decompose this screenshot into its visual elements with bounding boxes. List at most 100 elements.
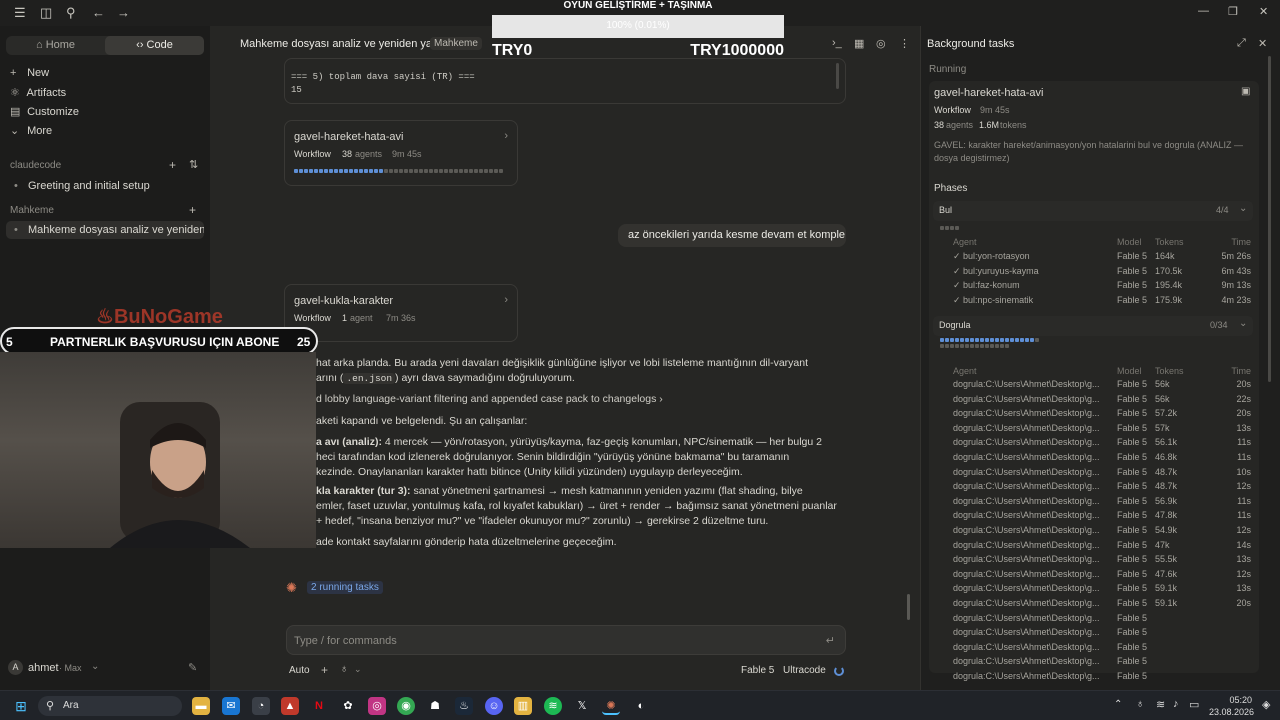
conversation-item-active[interactable]: Mahkeme dosyası analiz ve yeniden ya [6, 221, 204, 239]
agent-row[interactable]: dogrula:C:\Users\Ahmet\Desktop\g... Fable… [951, 627, 1251, 641]
minimize-icon[interactable]: — [1198, 5, 1209, 17]
forward-arrow-icon[interactable]: → [117, 5, 130, 20]
chrome-icon[interactable]: ◉ [397, 697, 415, 715]
search-icon[interactable]: ⚲ [66, 5, 76, 21]
agent-row[interactable]: dogrula:C:\Users\Ahmet\Desktop\g... Fable… [951, 554, 1251, 568]
clock-date[interactable]: 23.08.2026 [1206, 707, 1254, 717]
phase-header[interactable]: Dogrula 0/34 ⌄ [933, 316, 1253, 336]
app-icon[interactable]: ▲ [281, 697, 299, 715]
phase-header[interactable]: Bul 4/4 ⌄ [933, 201, 1253, 221]
discord-icon[interactable]: ☺ [485, 697, 503, 715]
gauge-icon[interactable]: ◔ [252, 697, 270, 715]
running-tasks-link[interactable]: 2 running tasks [307, 581, 383, 594]
close-icon[interactable]: ✕ [1258, 37, 1267, 50]
scrollbar[interactable] [836, 63, 839, 89]
agent-row[interactable]: dogrula:C:\Users\Ahmet\Desktop\g... Fable… [951, 613, 1251, 627]
agent-row[interactable]: dogrula:C:\Users\Ahmet\Desktop\g... Fable… [951, 423, 1251, 437]
agent-row[interactable]: dogrula:C:\Users\Ahmet\Desktop\g... Fable… [951, 583, 1251, 597]
agent-row[interactable]: dogrula:C:\Users\Ahmet\Desktop\g... Fable… [951, 656, 1251, 670]
obs-icon[interactable]: ◐ [632, 697, 650, 715]
chevron-down-icon[interactable]: ⌄ [91, 661, 99, 672]
avatar[interactable]: A [8, 660, 23, 675]
enter-icon[interactable]: ↵ [826, 634, 835, 647]
agent-row[interactable]: dogrula:C:\Users\Ahmet\Desktop\g... Fable… [951, 540, 1251, 554]
back-arrow-icon[interactable]: ← [92, 5, 105, 20]
scrollbar[interactable] [907, 594, 910, 620]
sidebar-item-artifacts[interactable]: ⚛ Artifacts [10, 86, 66, 99]
project-badge[interactable]: Mahkeme [430, 37, 482, 50]
agent-row[interactable]: ✓ bul:yon-rotasyon Fable 5 164k 5m 26s [951, 251, 1251, 265]
agent-row[interactable]: dogrula:C:\Users\Ahmet\Desktop\g... Fable… [951, 481, 1251, 495]
phase-progress-dots [940, 336, 1040, 348]
code-tab[interactable]: ‹› Code [105, 36, 204, 55]
chevron-down-icon[interactable]: ⌄ [354, 664, 362, 675]
chevron-up-icon[interactable]: ⌃ [1114, 699, 1122, 710]
microphone-icon[interactable]: ♁ [1136, 698, 1144, 710]
filter-icon[interactable]: ⇅ [189, 158, 198, 171]
file-explorer-icon[interactable]: ▬ [192, 697, 210, 715]
agent-row[interactable]: ✓ bul:faz-konum Fable 5 195.4k 9m 13s [951, 280, 1251, 294]
layout-icon[interactable]: ▦ [854, 37, 864, 50]
sidebar-toggle-icon[interactable]: ◫ [40, 5, 52, 21]
wifi-icon[interactable]: ≋ [1156, 698, 1165, 711]
sidebar-item-new[interactable]: + New [10, 67, 49, 79]
openai-icon[interactable]: ✿ [339, 697, 357, 715]
edit-icon[interactable]: ✎ [188, 661, 197, 674]
workflow-card[interactable]: gavel-kukla-karakter › Workflow 1 agent … [284, 284, 518, 342]
agent-row[interactable]: dogrula:C:\Users\Ahmet\Desktop\g... Fable… [951, 379, 1251, 393]
agent-row[interactable]: ✓ bul:npc-sinematik Fable 5 175.9k 4m 23s [951, 295, 1251, 309]
home-tab[interactable]: ⌂ Home [6, 36, 105, 55]
battery-icon[interactable]: ▭ [1189, 698, 1199, 711]
x-icon[interactable]: 𝕏 [573, 697, 591, 715]
agent-row[interactable]: ✓ bul:yuruyus-kayma Fable 5 170.5k 6m 43s [951, 266, 1251, 280]
sidebar-item-customize[interactable]: ▤ Customize [10, 105, 79, 118]
windows-start-icon[interactable]: ⊞ [12, 697, 30, 715]
bot-icon[interactable]: ☗ [426, 697, 444, 715]
menu-icon[interactable]: ☰ [14, 5, 26, 21]
model-selector[interactable]: Fable 5 [741, 665, 774, 676]
stop-icon[interactable]: ▣ [1241, 86, 1250, 97]
sidebar-item-more[interactable]: ⌄ More [10, 124, 52, 137]
prompt-input[interactable]: Type / for commands ↵ [286, 625, 846, 655]
notification-icon[interactable]: ◈ [1262, 698, 1270, 711]
maximize-icon[interactable]: ❐ [1228, 5, 1238, 18]
netflix-icon[interactable]: N [310, 697, 328, 715]
agent-row[interactable]: dogrula:C:\Users\Ahmet\Desktop\g... Fable… [951, 510, 1251, 524]
agent-row[interactable]: dogrula:C:\Users\Ahmet\Desktop\g... Fable… [951, 569, 1251, 583]
agent-row[interactable]: dogrula:C:\Users\Ahmet\Desktop\g... Fable… [951, 496, 1251, 510]
add-session-icon[interactable]: + [169, 158, 176, 172]
effort-selector[interactable]: Ultracode [783, 665, 826, 676]
scrollbar[interactable] [1268, 56, 1271, 382]
agent-row[interactable]: dogrula:C:\Users\Ahmet\Desktop\g... Fable… [951, 437, 1251, 451]
add-session-icon[interactable]: + [189, 203, 196, 217]
clock-time[interactable]: 05:20 [1212, 695, 1252, 705]
agent-row[interactable]: dogrula:C:\Users\Ahmet\Desktop\g... Fable… [951, 408, 1251, 422]
more-options-icon[interactable]: ⋮ [899, 37, 910, 50]
user-name[interactable]: ahmet [28, 662, 59, 674]
mode-selector[interactable]: Auto [289, 665, 310, 676]
agent-row[interactable]: dogrula:C:\Users\Ahmet\Desktop\g... Fable… [951, 394, 1251, 408]
tool-link[interactable]: d lobby language-variant filtering and a… [316, 392, 846, 407]
instagram-icon[interactable]: ◎ [368, 697, 386, 715]
globe-icon[interactable]: ◎ [876, 37, 886, 50]
volume-icon[interactable]: ♪ [1173, 698, 1179, 710]
microphone-icon[interactable]: ♁ [340, 663, 348, 675]
agent-row[interactable]: dogrula:C:\Users\Ahmet\Desktop\g... Fable… [951, 642, 1251, 656]
agent-row[interactable]: dogrula:C:\Users\Ahmet\Desktop\g... Fable… [951, 598, 1251, 612]
agent-row[interactable]: dogrula:C:\Users\Ahmet\Desktop\g... Fable… [951, 671, 1251, 685]
mail-icon[interactable]: ✉ [222, 697, 240, 715]
claude-icon[interactable]: ✺ [602, 697, 620, 715]
agent-row[interactable]: dogrula:C:\Users\Ahmet\Desktop\g... Fable… [951, 525, 1251, 539]
expand-icon[interactable]: ⤢ [1237, 37, 1246, 50]
close-window-icon[interactable]: ✕ [1259, 5, 1268, 18]
spotify-icon[interactable]: ≋ [544, 697, 562, 715]
workflow-card[interactable]: gavel-hareket-hata-avi › Workflow 38 age… [284, 120, 518, 186]
taskbar-search[interactable]: ⚲ Ara [38, 696, 182, 716]
plus-icon[interactable]: + [321, 663, 328, 677]
terminal-icon[interactable]: ›_ [832, 37, 842, 49]
agent-row[interactable]: dogrula:C:\Users\Ahmet\Desktop\g... Fable… [951, 467, 1251, 481]
conversation-item[interactable]: Greeting and initial setup [6, 177, 204, 195]
document-icon[interactable]: ▥ [514, 697, 532, 715]
agent-row[interactable]: dogrula:C:\Users\Ahmet\Desktop\g... Fable… [951, 452, 1251, 466]
steam-icon[interactable]: ♨ [455, 697, 473, 715]
